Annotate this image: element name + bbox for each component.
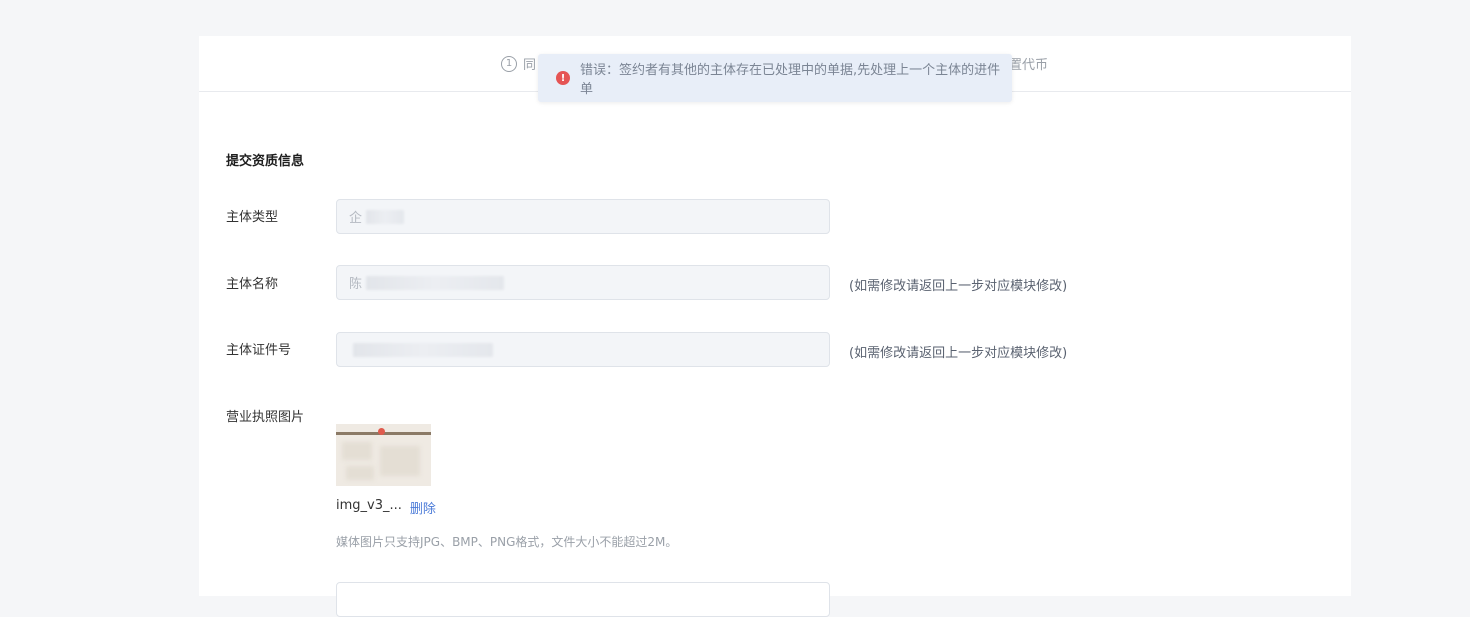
subject-type-value: 企 [349, 211, 363, 226]
error-icon: ! [556, 71, 570, 85]
subject-name-label: 主体名称 [226, 277, 279, 292]
upload-tip: 媒体图片只支持JPG、BMP、PNG格式，文件大小不能超过2M。 [336, 535, 678, 549]
form-card: 1 同 置代币 提交资质信息 主体类型 企 主体名称 陈 (如需修改请返回上一步… [199, 36, 1351, 617]
license-label: 营业执照图片 [226, 410, 305, 425]
subject-type-field[interactable]: 企 [336, 199, 830, 234]
step-1: 1 同 [501, 54, 536, 73]
subject-name-hint: (如需修改请返回上一步对应模块修改) [849, 279, 1068, 294]
thumbnail-pin-icon [378, 428, 385, 435]
file-row: img_v3_... 删除 [336, 498, 436, 517]
subject-name-value: 陈 [349, 277, 363, 292]
error-message: 错误：签约者有其他的主体存在已处理中的单据,先处理上一个主体的进件单 [579, 63, 1001, 97]
step-1-label: 同 [523, 58, 537, 73]
thumbnail-block [342, 442, 372, 460]
subject-type-label: 主体类型 [226, 210, 279, 225]
next-field[interactable] [336, 582, 830, 617]
step-label-right: 置代币 [1009, 58, 1049, 73]
redacted-block [366, 275, 505, 290]
error-toast: ! 错误：签约者有其他的主体存在已处理中的单据,先处理上一个主体的进件单 [538, 54, 1012, 102]
redacted-block [366, 209, 405, 224]
thumbnail-block [346, 466, 374, 480]
section-title: 提交资质信息 [226, 154, 305, 169]
thumbnail-block [380, 446, 420, 476]
subject-name-field[interactable]: 陈 [336, 265, 830, 300]
step-number-icon: 1 [501, 55, 517, 72]
subject-id-hint: (如需修改请返回上一步对应模块修改) [849, 346, 1068, 361]
subject-id-label: 主体证件号 [226, 343, 292, 358]
file-name: img_v3_... [336, 498, 402, 513]
subject-id-field[interactable] [336, 332, 830, 367]
delete-link[interactable]: 删除 [410, 498, 436, 517]
redacted-block [353, 342, 493, 357]
license-thumbnail[interactable] [336, 424, 431, 486]
